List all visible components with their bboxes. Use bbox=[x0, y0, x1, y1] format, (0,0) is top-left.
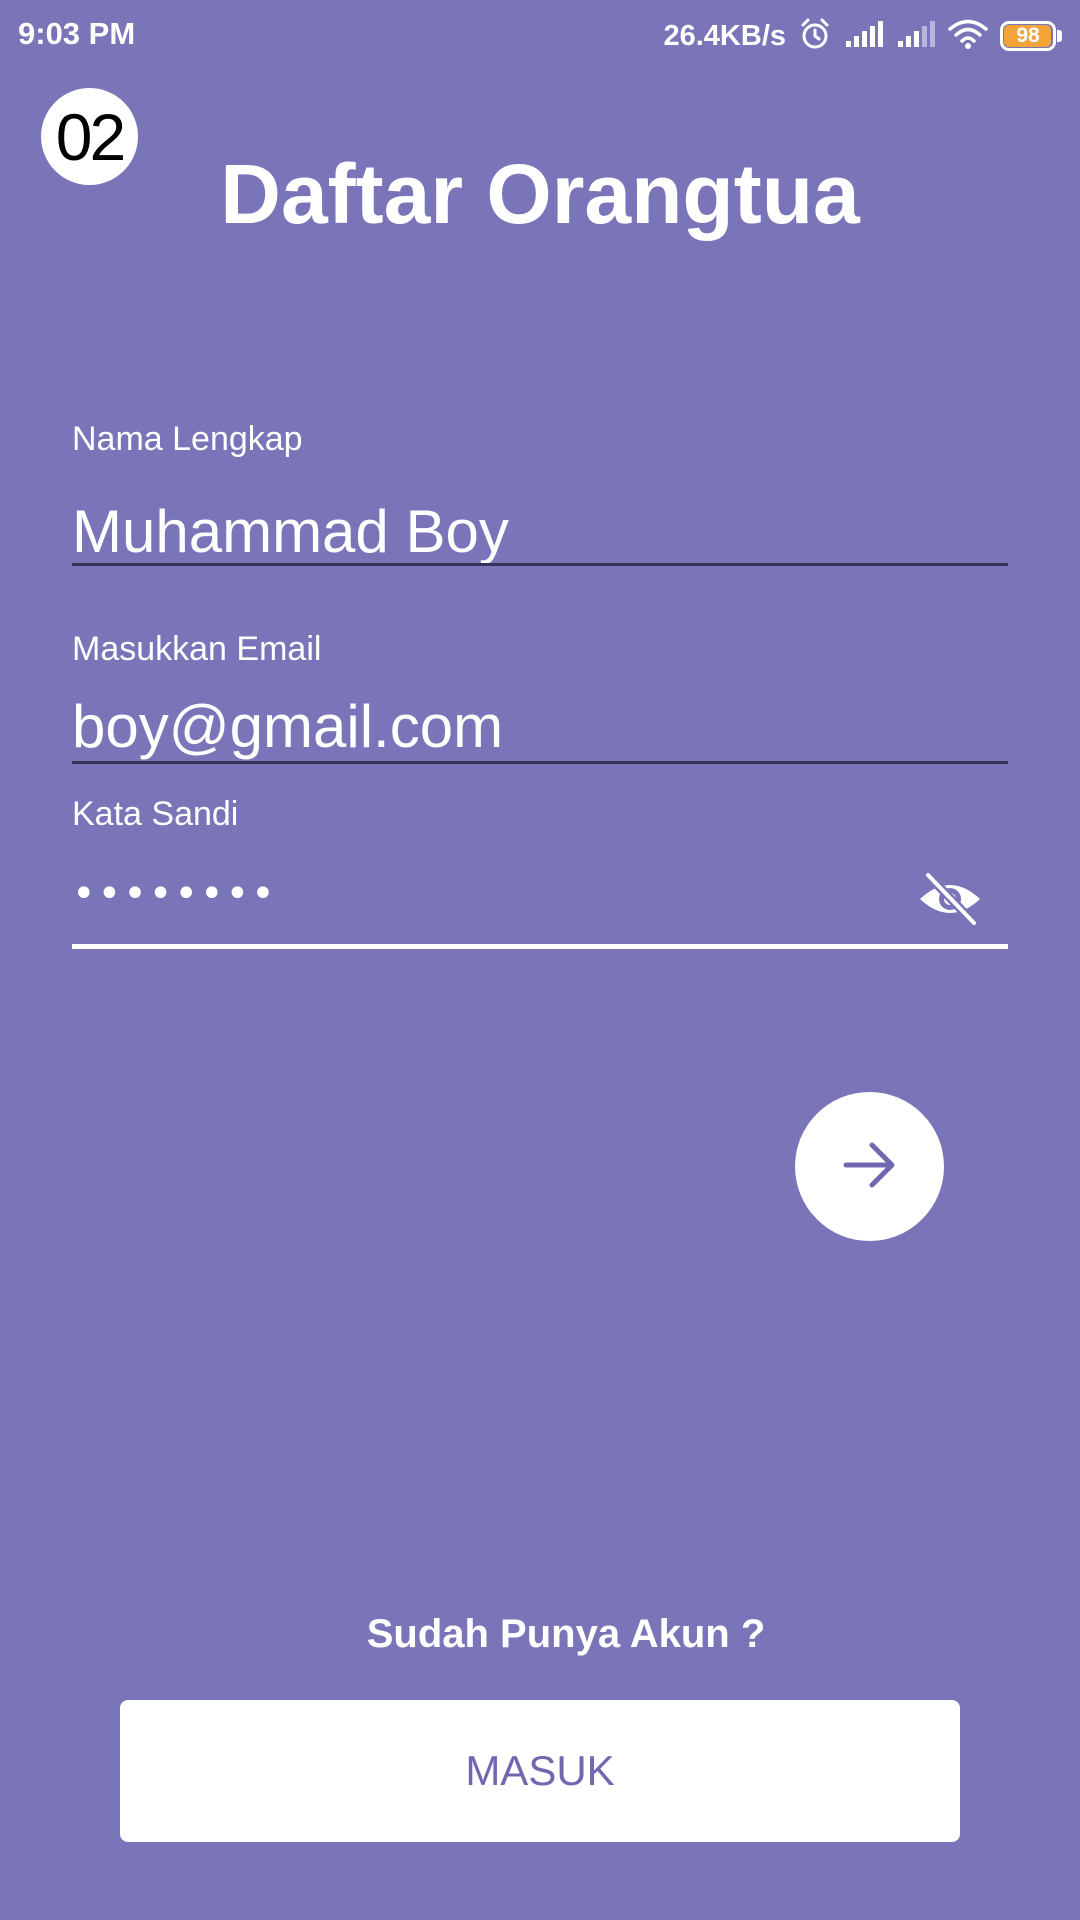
visibility-off-icon[interactable] bbox=[916, 869, 984, 929]
status-time: 9:03 PM bbox=[18, 16, 136, 51]
password-field[interactable]: Kata Sandi •••••••• bbox=[72, 785, 1008, 955]
battery-level: 98 bbox=[1016, 24, 1040, 47]
login-prompt: Sudah Punya Akun ? bbox=[366, 1612, 766, 1656]
login-button[interactable]: MASUK bbox=[120, 1700, 960, 1842]
full-name-field: Nama Lengkap bbox=[72, 410, 1008, 574]
page-title: Daftar Orangtua bbox=[220, 147, 860, 241]
password-label: Kata Sandi bbox=[72, 795, 239, 833]
wifi-icon bbox=[948, 18, 988, 55]
email-label: Masukkan Email bbox=[72, 630, 322, 668]
signal-icon bbox=[844, 19, 884, 54]
password-input[interactable]: •••••••• bbox=[72, 871, 277, 917]
status-icons: 26.4KB/s 98 bbox=[663, 14, 1062, 58]
password-underline bbox=[72, 944, 1008, 949]
status-bar: 9:03 PM 26.4KB/s 98 bbox=[0, 0, 1080, 72]
alarm-icon bbox=[798, 17, 832, 56]
network-speed: 26.4KB/s bbox=[663, 19, 786, 52]
signal-icon bbox=[896, 19, 936, 54]
full-name-label: Nama Lengkap bbox=[72, 420, 303, 458]
full-name-underline bbox=[72, 563, 1008, 566]
battery-icon: 98 bbox=[1000, 21, 1062, 51]
email-input[interactable] bbox=[72, 686, 1008, 766]
next-button[interactable] bbox=[795, 1092, 944, 1241]
email-underline bbox=[72, 761, 1008, 764]
email-field: Masukkan Email bbox=[72, 620, 1008, 770]
arrow-right-icon bbox=[842, 1140, 898, 1193]
full-name-input[interactable] bbox=[72, 488, 1008, 574]
